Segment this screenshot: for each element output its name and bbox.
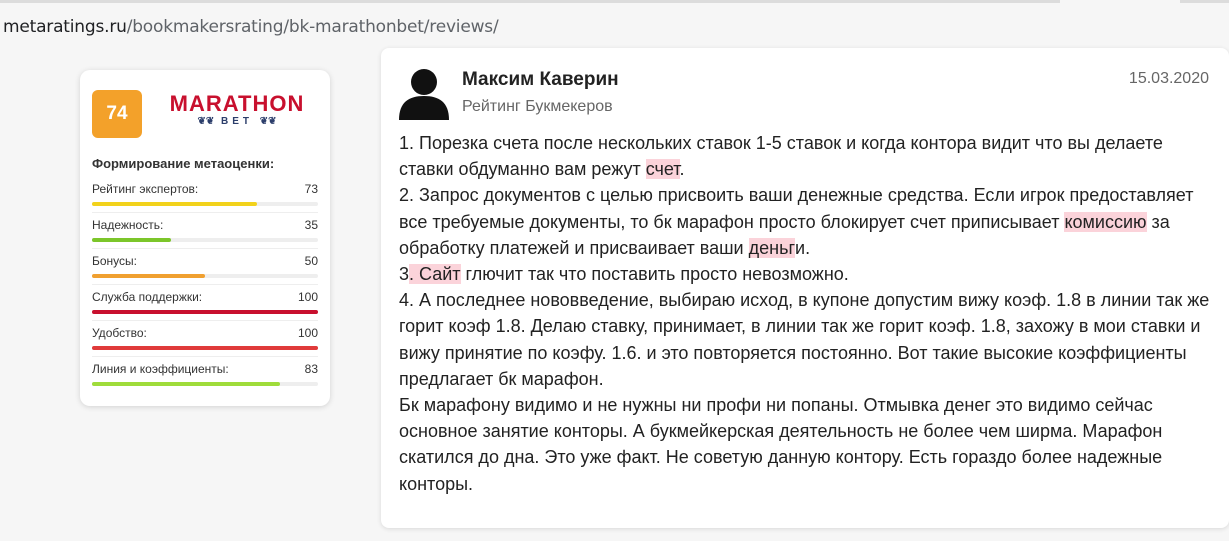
divider bbox=[92, 356, 318, 357]
divider bbox=[92, 284, 318, 285]
metric-bar bbox=[92, 202, 257, 206]
highlight: . Сайт bbox=[409, 264, 461, 285]
metric-bar bbox=[92, 310, 318, 314]
metric-label: Надежность: bbox=[92, 218, 164, 232]
highlight: комиссию bbox=[1064, 211, 1147, 232]
logo-text-main: MARATHON bbox=[169, 91, 305, 116]
metric-value: 100 bbox=[297, 326, 318, 340]
metric-value: 73 bbox=[304, 182, 318, 196]
metric-label: Бонусы: bbox=[92, 254, 137, 268]
metric-track bbox=[92, 238, 318, 242]
review-date: 15.03.2020 bbox=[1128, 70, 1209, 87]
metric-label: Удобство: bbox=[92, 326, 147, 340]
logo-text-sub: BET bbox=[221, 116, 253, 127]
review-paragraph: 2. Запрос документов с целью присвоить в… bbox=[399, 185, 1194, 258]
metric-support: Служба поддержки: 100 bbox=[92, 290, 318, 326]
metric-bonuses: Бонусы: 50 bbox=[92, 254, 318, 290]
metric-label: Линия и коэффициенты: bbox=[92, 362, 229, 376]
browser-top-border-right bbox=[1180, 0, 1229, 3]
divider bbox=[92, 248, 318, 249]
metric-label: Рейтинг экспертов: bbox=[92, 182, 199, 196]
metric-bar bbox=[92, 346, 318, 350]
url-path: /bookmakersrating/bk-marathonbet/reviews… bbox=[126, 17, 499, 37]
rating-card: 74 MARATHON ❦❦ BET ❦❦ Формирование метао… bbox=[80, 70, 330, 406]
review-paragraph: 4. А последнее нововведение, выбираю исх… bbox=[399, 290, 1210, 389]
metric-track bbox=[92, 274, 318, 278]
browser-top-border bbox=[0, 0, 1060, 3]
metric-track bbox=[92, 382, 318, 386]
review-card: Максим Каверин Рейтинг Букмекеров 15.03.… bbox=[381, 48, 1229, 528]
metric-bar bbox=[92, 382, 280, 386]
address-bar-url[interactable]: metaratings.ru/bookmakersrating/bk-marat… bbox=[3, 17, 499, 37]
metric-experts: Рейтинг экспертов: 73 bbox=[92, 182, 318, 218]
metric-bar bbox=[92, 238, 172, 242]
metric-value: 35 bbox=[304, 218, 318, 232]
metric-label: Служба поддержки: bbox=[92, 290, 203, 304]
metric-value: 50 bbox=[304, 254, 318, 268]
review-paragraph: 3. Сайт глючит так что поставить просто … bbox=[399, 264, 849, 285]
metric-value: 83 bbox=[304, 362, 318, 376]
metric-track bbox=[92, 310, 318, 314]
laurel-right-icon: ❦❦ bbox=[259, 116, 277, 127]
divider bbox=[92, 320, 318, 321]
metric-value: 100 bbox=[297, 290, 318, 304]
review-text: 1. Порезка счета после нескольких ставок… bbox=[399, 130, 1214, 497]
meta-score-badge: 74 bbox=[92, 90, 142, 138]
metric-reliability: Надежность: 35 bbox=[92, 218, 318, 254]
metric-track bbox=[92, 346, 318, 350]
marathonbet-logo[interactable]: MARATHON ❦❦ BET ❦❦ bbox=[162, 92, 312, 128]
review-author[interactable]: Максим Каверин bbox=[462, 69, 619, 91]
review-paragraph: Бк марафону видимо и не нужны ни профи н… bbox=[399, 395, 1163, 494]
review-paragraph: 1. Порезка счета после нескольких ставок… bbox=[399, 133, 1163, 180]
user-avatar-icon bbox=[399, 69, 449, 120]
metric-track bbox=[92, 202, 318, 206]
laurel-left-icon: ❦❦ bbox=[197, 116, 215, 127]
metric-usability: Удобство: 100 bbox=[92, 326, 318, 362]
divider bbox=[92, 212, 318, 213]
url-domain: metaratings.ru bbox=[3, 17, 127, 37]
highlight: счет bbox=[645, 159, 680, 180]
highlight: деньг bbox=[748, 237, 796, 258]
metric-odds: Линия и коэффициенты: 83 bbox=[92, 362, 318, 398]
metric-bar bbox=[92, 274, 205, 278]
metascore-title: Формирование метаоценки: bbox=[92, 156, 275, 171]
review-source: Рейтинг Букмекеров bbox=[462, 98, 613, 115]
